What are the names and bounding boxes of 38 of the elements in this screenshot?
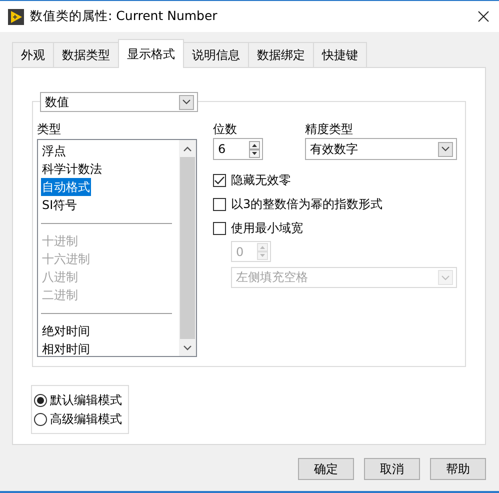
scrollbar[interactable] [179,140,196,356]
tab[interactable]: 快捷键 [313,42,367,67]
caret-icon [441,146,450,152]
caret-icon [182,99,191,105]
dialog-button[interactable]: 帮助 [430,458,486,480]
list-item[interactable]: 自动格式 [41,178,91,196]
dialog-button[interactable]: 确定 [298,458,354,480]
window-title: 数值类的属性: Current Number [30,8,218,25]
checkbox-label: 以3的整数倍为幂的指数形式 [231,196,383,212]
digits-label: 位数 [213,121,238,138]
list-item[interactable]: SI符号 [41,196,78,214]
list-item[interactable]: 相对时间 [41,340,91,358]
radio-button[interactable] [34,394,47,407]
radio-label: 默认编辑模式 [50,392,122,409]
radio-button[interactable] [34,413,47,426]
checkbox[interactable] [213,198,226,210]
scroll-up-icon[interactable] [183,146,192,152]
precision-dropdown[interactable]: 有效数字 [305,138,457,160]
list-item[interactable]: 绝对时间 [41,322,91,340]
checkbox[interactable] [213,174,226,186]
app-icon [8,8,24,24]
digits-spinbox[interactable]: 6 [213,138,263,160]
scroll-down-icon[interactable] [183,344,192,350]
format-dropdown[interactable]: 数值 [40,92,198,112]
checkbox-label: 隐藏无效零 [231,172,291,188]
radio-label: 高级编辑模式 [50,411,122,428]
close-icon[interactable] [478,11,489,22]
spinner-arrows-icon[interactable] [249,140,260,158]
checkbox[interactable] [213,222,226,234]
dialog-button[interactable]: 取消 [364,458,420,480]
list-item[interactable]: 科学计数法 [41,160,103,178]
checkbox-label: 使用最小域宽 [231,220,303,236]
type-label: 类型 [37,121,62,138]
tab[interactable]: 外观 [12,42,54,67]
list-item[interactable]: 浮点 [41,142,67,160]
tab[interactable]: 显示格式 [118,39,184,68]
precision-label: 精度类型 [305,121,354,138]
caret-icon [441,274,450,280]
